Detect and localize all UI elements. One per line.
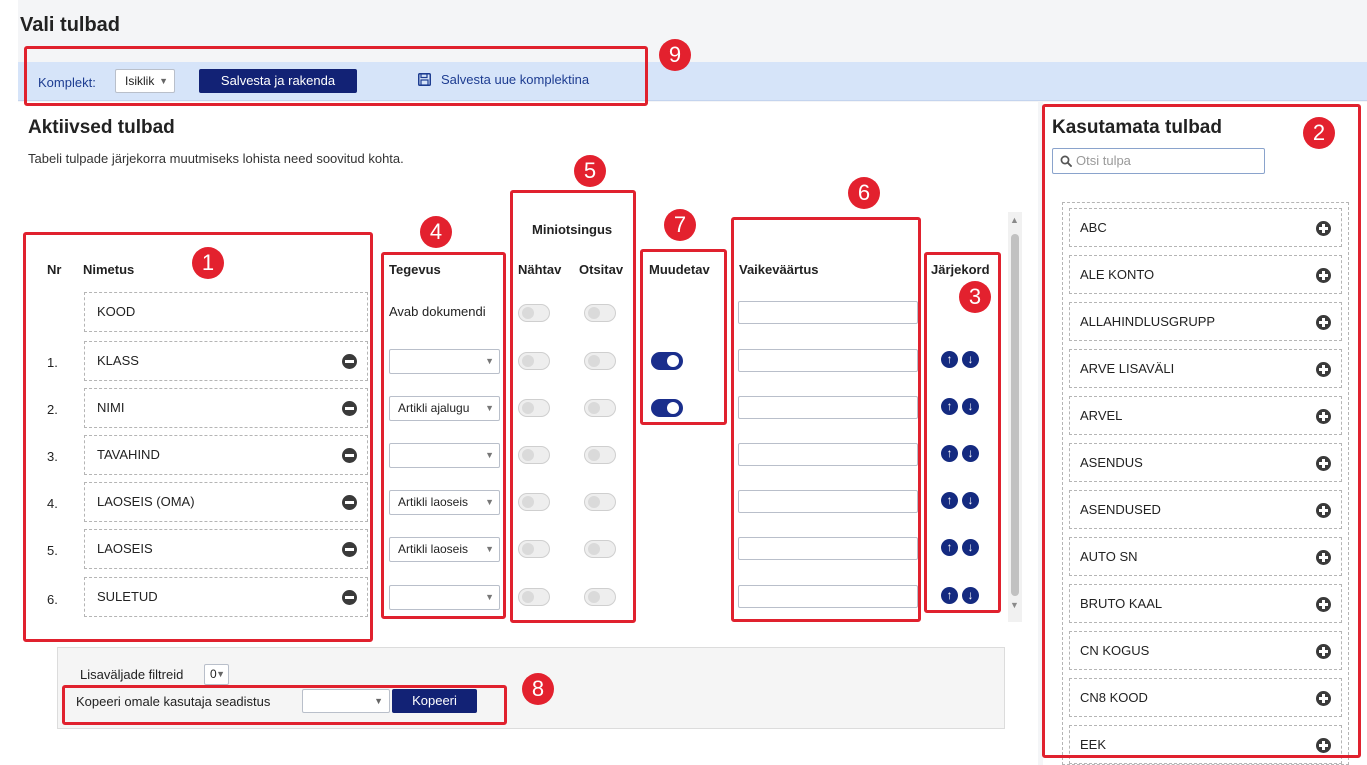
callout-badge-2: 2 [1303,117,1335,149]
chevron-down-icon: ▼ [216,669,225,679]
callout-badge-6: 6 [848,177,880,209]
callout-badge-1: 1 [192,247,224,279]
scroll-up-icon[interactable]: ▲ [1010,215,1019,225]
annotation-box-1 [23,232,373,642]
drag-hint: Tabeli tulpade järjekorra muutmiseks loh… [28,151,404,166]
extra-filters-select[interactable]: 0 ▼ [204,664,229,685]
callout-badge-5: 5 [574,155,606,187]
callout-badge-3: 3 [959,281,991,313]
callout-badge-7: 7 [664,209,696,241]
callout-badge-8: 8 [522,673,554,705]
callout-badge-4: 4 [420,216,452,248]
page-title: Vali tulbad [20,14,121,36]
annotation-box-4 [381,252,506,619]
callout-badge-9: 9 [659,39,691,71]
extra-filters-label: Lisaväljade filtreid [80,667,184,682]
annotation-box-9 [24,46,648,106]
scroll-down-icon[interactable]: ▼ [1010,600,1019,610]
annotation-box-8 [62,685,507,725]
scrollbar-thumb[interactable] [1011,234,1019,596]
annotation-box-2 [1042,104,1361,758]
active-columns-title: Aktiivsed tulbad [28,117,175,138]
annotation-box-5 [510,190,636,623]
annotation-box-7 [640,249,727,425]
annotation-box-6 [731,217,921,622]
